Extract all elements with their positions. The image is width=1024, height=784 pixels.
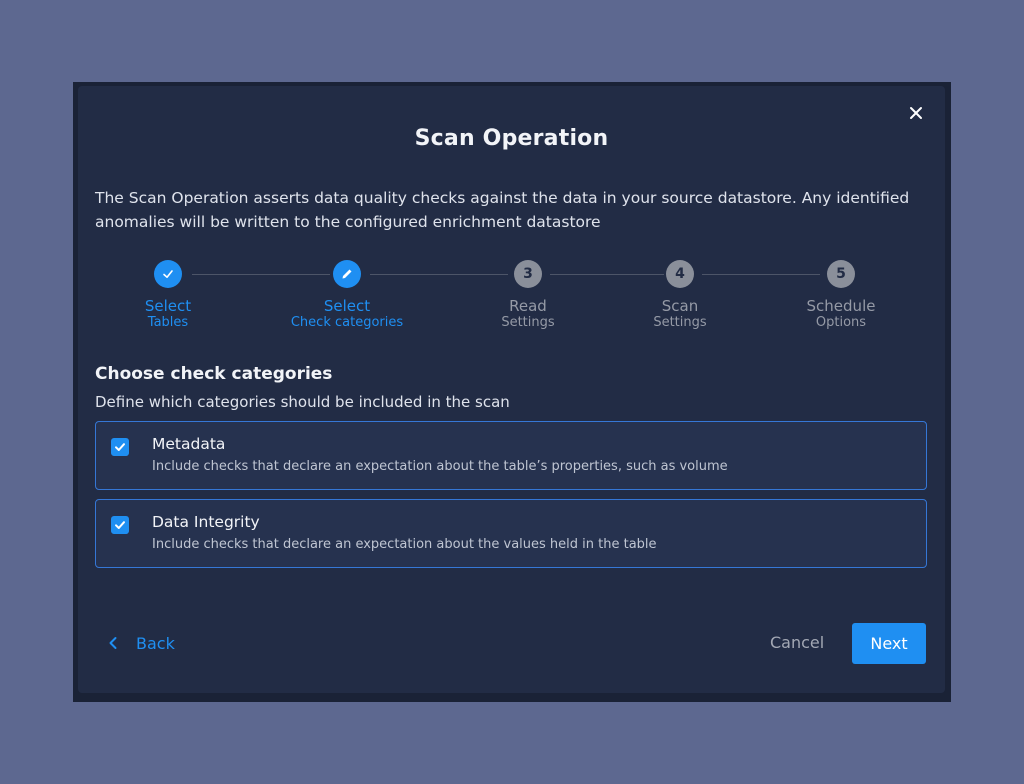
cancel-button[interactable]: Cancel	[770, 633, 824, 652]
step-title: Select	[144, 297, 192, 315]
chevron-left-icon	[109, 637, 117, 649]
back-label: Back	[136, 633, 175, 653]
step-title: Read	[509, 297, 547, 315]
step-subtitle: Options	[815, 315, 867, 330]
option-data-integrity[interactable]: Data Integrity Include checks that decla…	[95, 499, 927, 568]
option-label: Data Integrity	[152, 513, 260, 531]
checkmark-icon	[115, 521, 125, 529]
step-select-tables[interactable]: Select Tables	[88, 260, 248, 331]
step-subtitle: Settings	[501, 315, 555, 330]
step-title: Scan	[661, 297, 699, 315]
option-description: Include checks that declare an expectati…	[152, 537, 657, 552]
option-label: Metadata	[152, 435, 226, 453]
stepper: Select Tables Select Check categories 3 …	[78, 260, 945, 340]
check-icon	[163, 270, 173, 278]
step-circle: 4	[666, 260, 694, 288]
step-circle: 3	[514, 260, 542, 288]
option-description: Include checks that declare an expectati…	[152, 459, 728, 474]
checkmark-icon	[115, 443, 125, 451]
data-integrity-checkbox[interactable]	[111, 516, 129, 534]
step-schedule-options[interactable]: 5 Schedule Options	[761, 260, 921, 331]
step-scan-settings[interactable]: 4 Scan Settings	[600, 260, 760, 331]
section-subtitle: Define which categories should be includ…	[95, 393, 510, 411]
pencil-icon	[342, 269, 352, 279]
step-circle	[333, 260, 361, 288]
section-title: Choose check categories	[95, 364, 333, 384]
step-select-check-categories[interactable]: Select Check categories	[267, 260, 427, 331]
back-button[interactable]: Back	[108, 631, 175, 655]
step-subtitle: Tables	[147, 315, 189, 330]
close-button[interactable]	[905, 102, 927, 124]
step-subtitle: Check categories	[290, 315, 404, 330]
step-read-settings[interactable]: 3 Read Settings	[448, 260, 608, 331]
step-title: Schedule	[806, 297, 876, 315]
dialog-title: Scan Operation	[414, 126, 609, 151]
next-button[interactable]: Next	[852, 623, 926, 664]
step-circle: 5	[827, 260, 855, 288]
step-subtitle: Settings	[653, 315, 707, 330]
option-metadata[interactable]: Metadata Include checks that declare an …	[95, 421, 927, 490]
close-icon	[910, 107, 922, 119]
dialog-description: The Scan Operation asserts data quality …	[95, 189, 910, 231]
scan-operation-dialog: Scan Operation The Scan Operation assert…	[78, 86, 945, 693]
metadata-checkbox[interactable]	[111, 438, 129, 456]
step-circle	[154, 260, 182, 288]
step-title: Select	[323, 297, 371, 315]
